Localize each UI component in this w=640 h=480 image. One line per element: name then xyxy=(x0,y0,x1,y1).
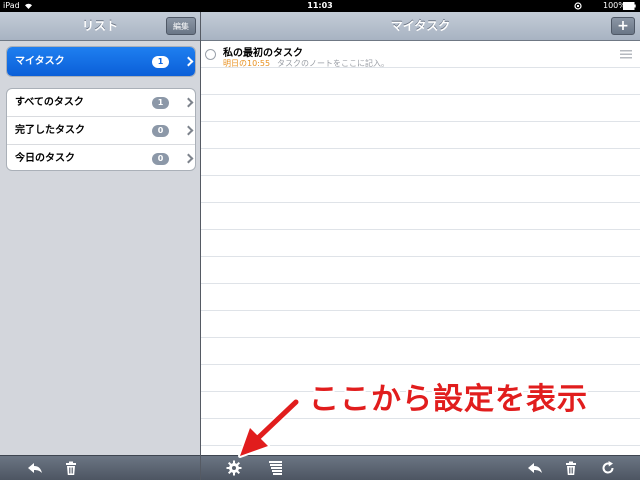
annotation-arrow-icon xyxy=(238,398,300,458)
tasks-navbar: マイタスク + xyxy=(201,12,640,41)
annotation-callout: ここから設定を表示 xyxy=(309,382,588,417)
count-badge: 1 xyxy=(152,97,169,109)
clock: 11:03 xyxy=(307,1,333,10)
task-due-date: 明日の10:55 xyxy=(223,59,271,68)
lists-navbar: リスト 編集 xyxy=(0,12,200,41)
gear-icon[interactable] xyxy=(226,460,242,476)
refresh-icon[interactable] xyxy=(600,460,616,476)
trash-icon[interactable] xyxy=(563,460,579,476)
reply-icon[interactable] xyxy=(527,460,543,476)
ipad-screen: iPad 11:03 100% リスト 編集 マイタスク 1 すべてのタスク 1… xyxy=(0,0,640,480)
list-item-all-tasks[interactable]: すべてのタスク 1 xyxy=(7,89,195,117)
task-title: 私の最初のタスク xyxy=(223,48,303,59)
chevron-right-icon xyxy=(183,125,194,136)
edit-button[interactable]: 編集 xyxy=(166,17,196,35)
count-badge: 1 xyxy=(152,56,169,68)
chevron-right-icon xyxy=(183,97,194,108)
list-item-my-tasks[interactable]: マイタスク 1 xyxy=(7,47,195,76)
trash-icon[interactable] xyxy=(63,460,79,476)
task-checkbox[interactable] xyxy=(205,49,216,60)
list-item-label: すべてのタスク xyxy=(15,97,84,108)
list-item-label: 完了したタスク xyxy=(15,125,85,136)
list-item-completed-tasks[interactable]: 完了したタスク 0 xyxy=(7,117,195,145)
stack-icon[interactable] xyxy=(268,460,284,476)
chevron-right-icon xyxy=(183,56,194,67)
count-badge: 0 xyxy=(152,153,169,165)
task-note: タスクのノートをここに記入。 xyxy=(277,59,389,68)
filter-list-group: すべてのタスク 1 完了したタスク 0 今日のタスク 0 xyxy=(6,88,196,171)
status-bar: iPad 11:03 100% xyxy=(0,0,640,12)
rotation-lock-icon xyxy=(574,2,582,10)
lists-toolbar xyxy=(0,455,200,480)
list-item-label: マイタスク xyxy=(15,56,65,67)
count-badge: 0 xyxy=(152,125,169,137)
primary-list-group: マイタスク 1 xyxy=(6,46,196,77)
reply-icon[interactable] xyxy=(27,460,43,476)
lists-pane: リスト 編集 マイタスク 1 すべてのタスク 1 完了したタスク 0 今日のタス xyxy=(0,12,200,480)
reorder-handle-icon[interactable] xyxy=(620,49,632,59)
battery-icon xyxy=(623,2,636,10)
task-row[interactable]: 私の最初のタスク 明日の10:55 タスクのノートをここに記入。 xyxy=(201,41,640,81)
chevron-right-icon xyxy=(183,153,194,164)
add-task-button[interactable]: + xyxy=(611,17,635,35)
list-item-today-tasks[interactable]: 今日のタスク 0 xyxy=(7,145,195,170)
tasks-title: マイタスク xyxy=(390,19,451,33)
list-item-label: 今日のタスク xyxy=(15,153,75,164)
